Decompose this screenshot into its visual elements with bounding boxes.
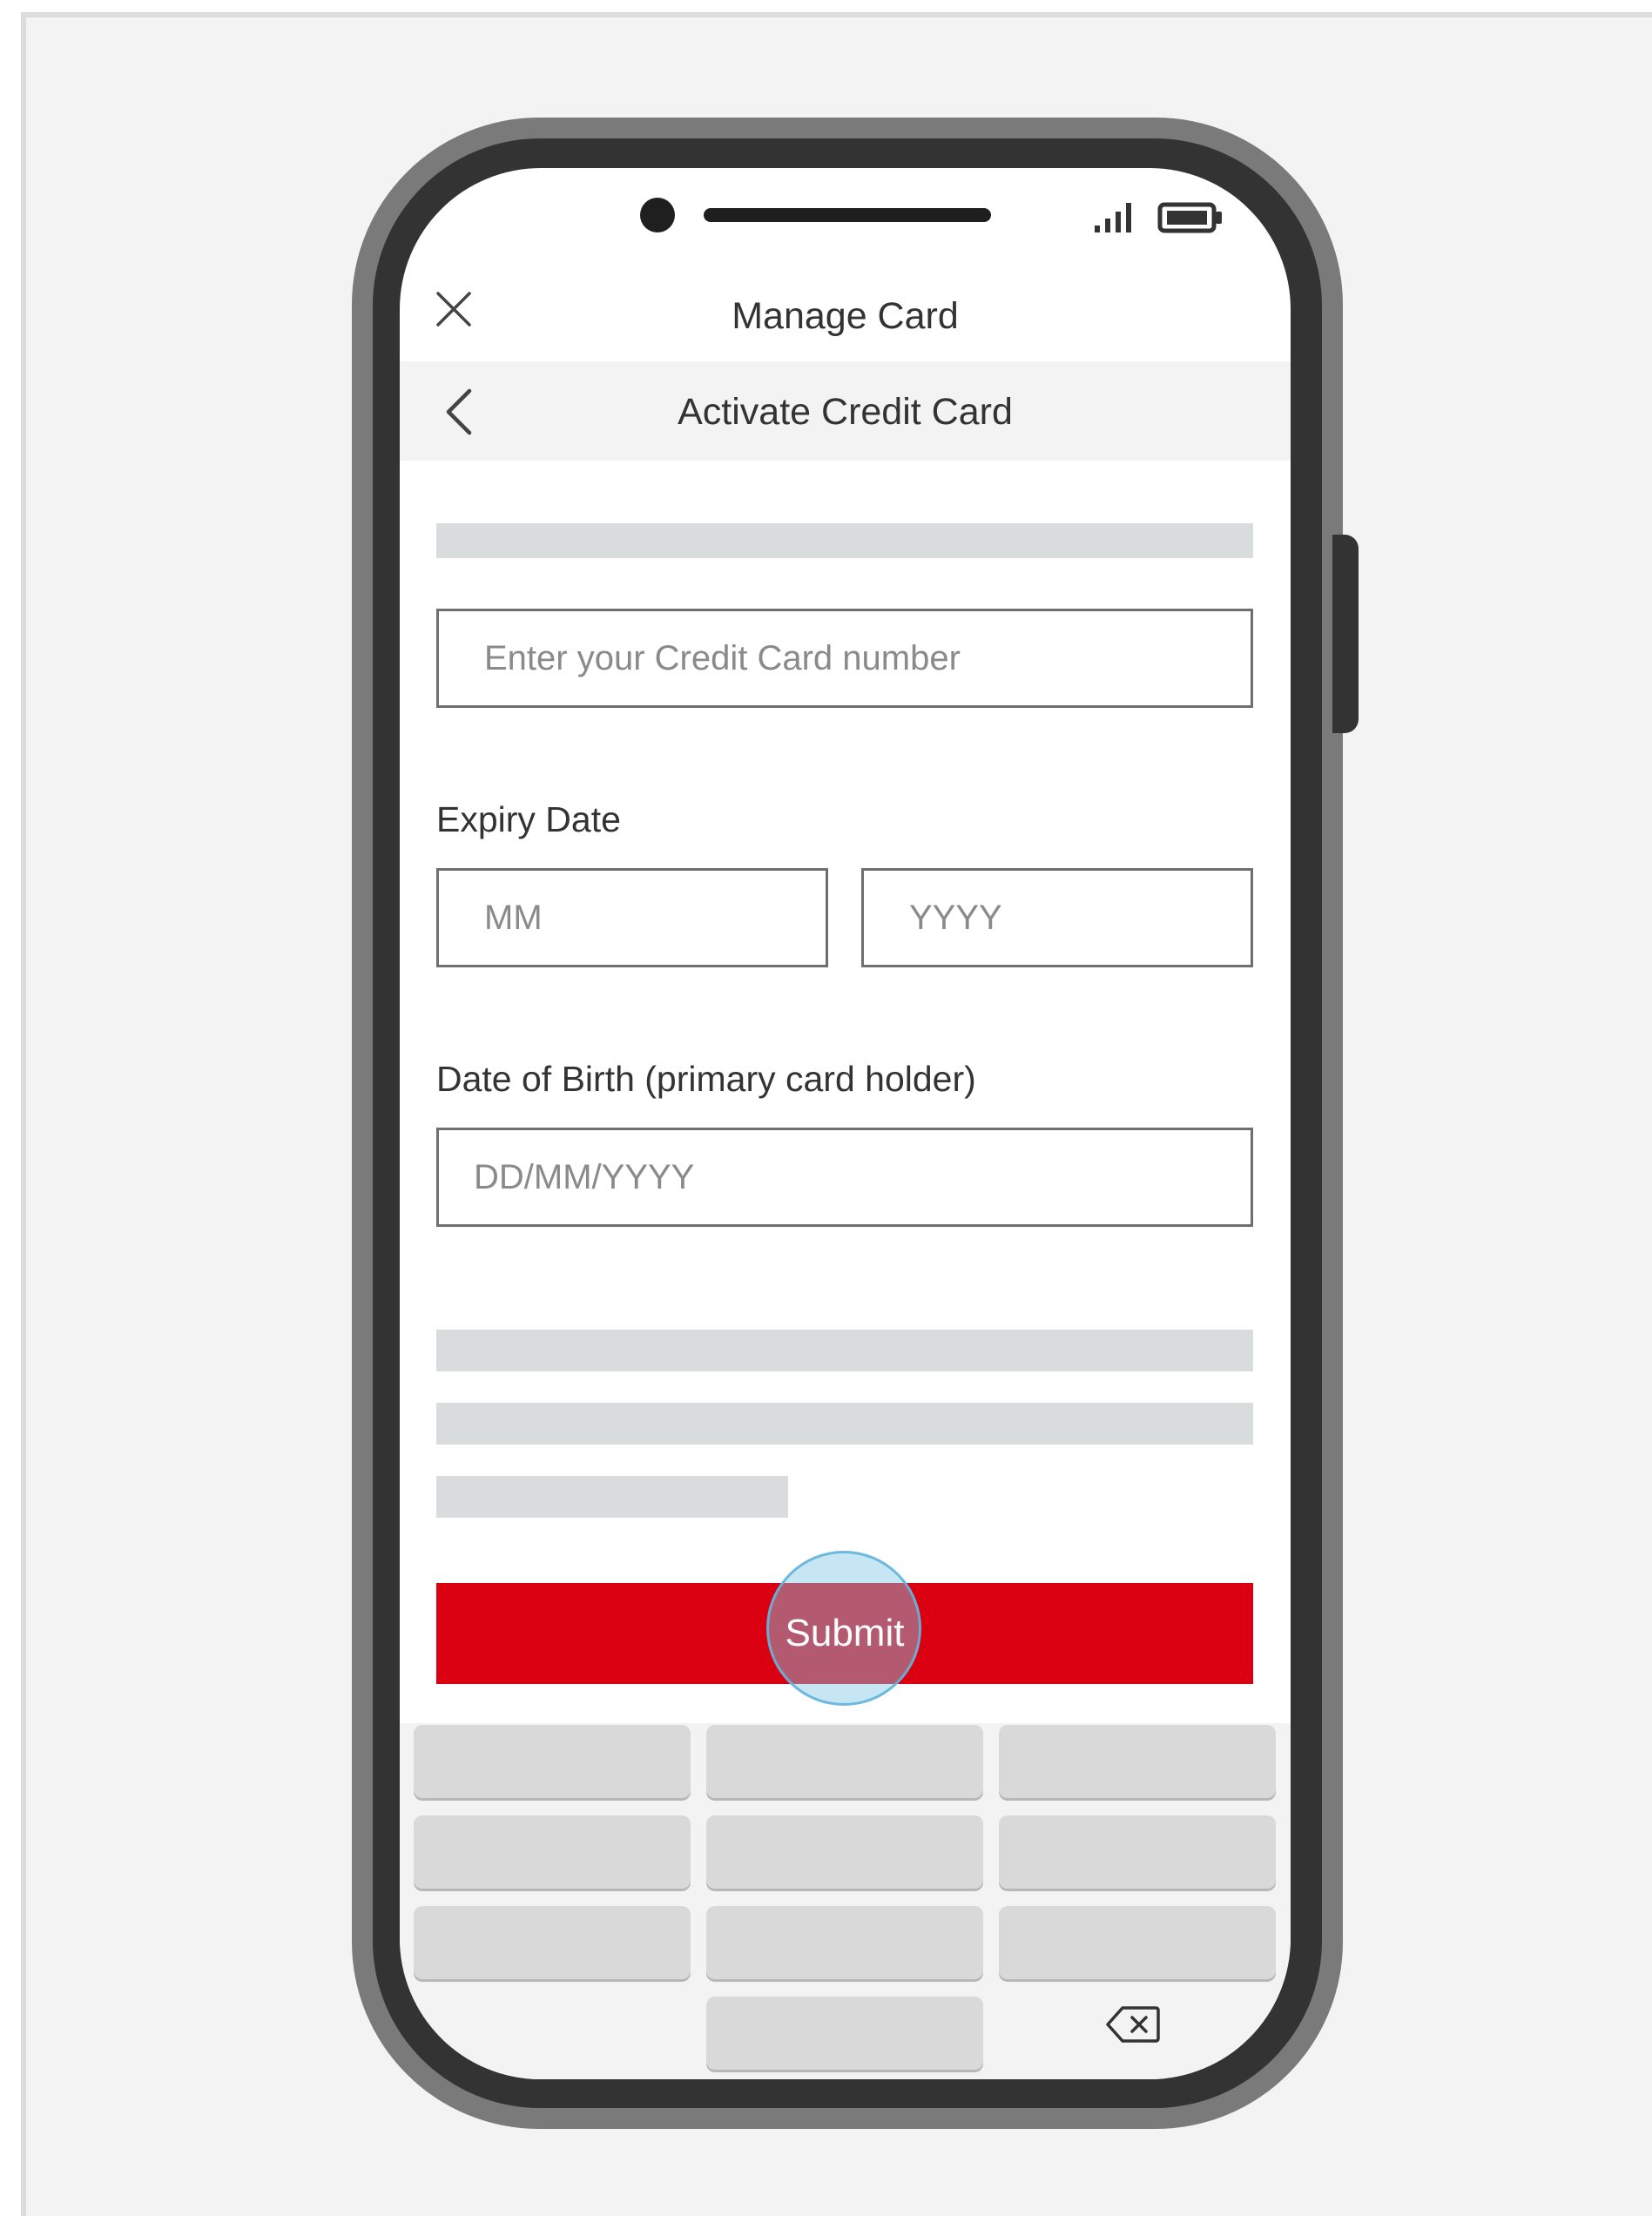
keypad-key[interactable] (414, 1725, 691, 1798)
keypad-key[interactable] (999, 1906, 1276, 1979)
skeleton-text-line (436, 523, 1253, 558)
speaker (704, 208, 991, 222)
page-title: Manage Card (732, 295, 959, 337)
phone-side-button (1332, 535, 1359, 733)
camera (640, 198, 675, 232)
keypad-key[interactable] (414, 1815, 691, 1889)
skeleton-text-line (436, 1330, 1253, 1371)
backspace-icon[interactable] (1105, 2004, 1161, 2044)
section-title: Activate Credit Card (678, 391, 1013, 433)
keypad-key[interactable] (999, 1815, 1276, 1889)
phone-screen: Manage Card Activate Credit Card Expiry … (400, 168, 1291, 2079)
card-number-input[interactable] (436, 609, 1253, 708)
expiry-date-label: Expiry Date (436, 799, 621, 839)
expiry-month-input[interactable] (436, 868, 828, 967)
numeric-keypad (400, 1723, 1291, 2079)
submit-button[interactable] (436, 1583, 1253, 1684)
skeleton-text-line (436, 1403, 1253, 1445)
expiry-year-input[interactable] (861, 868, 1253, 967)
keypad-key[interactable] (414, 1906, 691, 1979)
keypad-key[interactable] (706, 1906, 983, 1979)
battery-icon (1157, 202, 1222, 233)
keypad-key[interactable] (706, 1997, 983, 2070)
signal-icon (1095, 203, 1131, 232)
date-of-birth-input[interactable] (436, 1128, 1253, 1227)
skeleton-text-line (436, 1476, 788, 1518)
keypad-key[interactable] (706, 1725, 983, 1798)
date-of-birth-label: Date of Birth (primary card holder) (436, 1059, 976, 1099)
keypad-key[interactable] (999, 1725, 1276, 1798)
keypad-key[interactable] (706, 1815, 983, 1889)
